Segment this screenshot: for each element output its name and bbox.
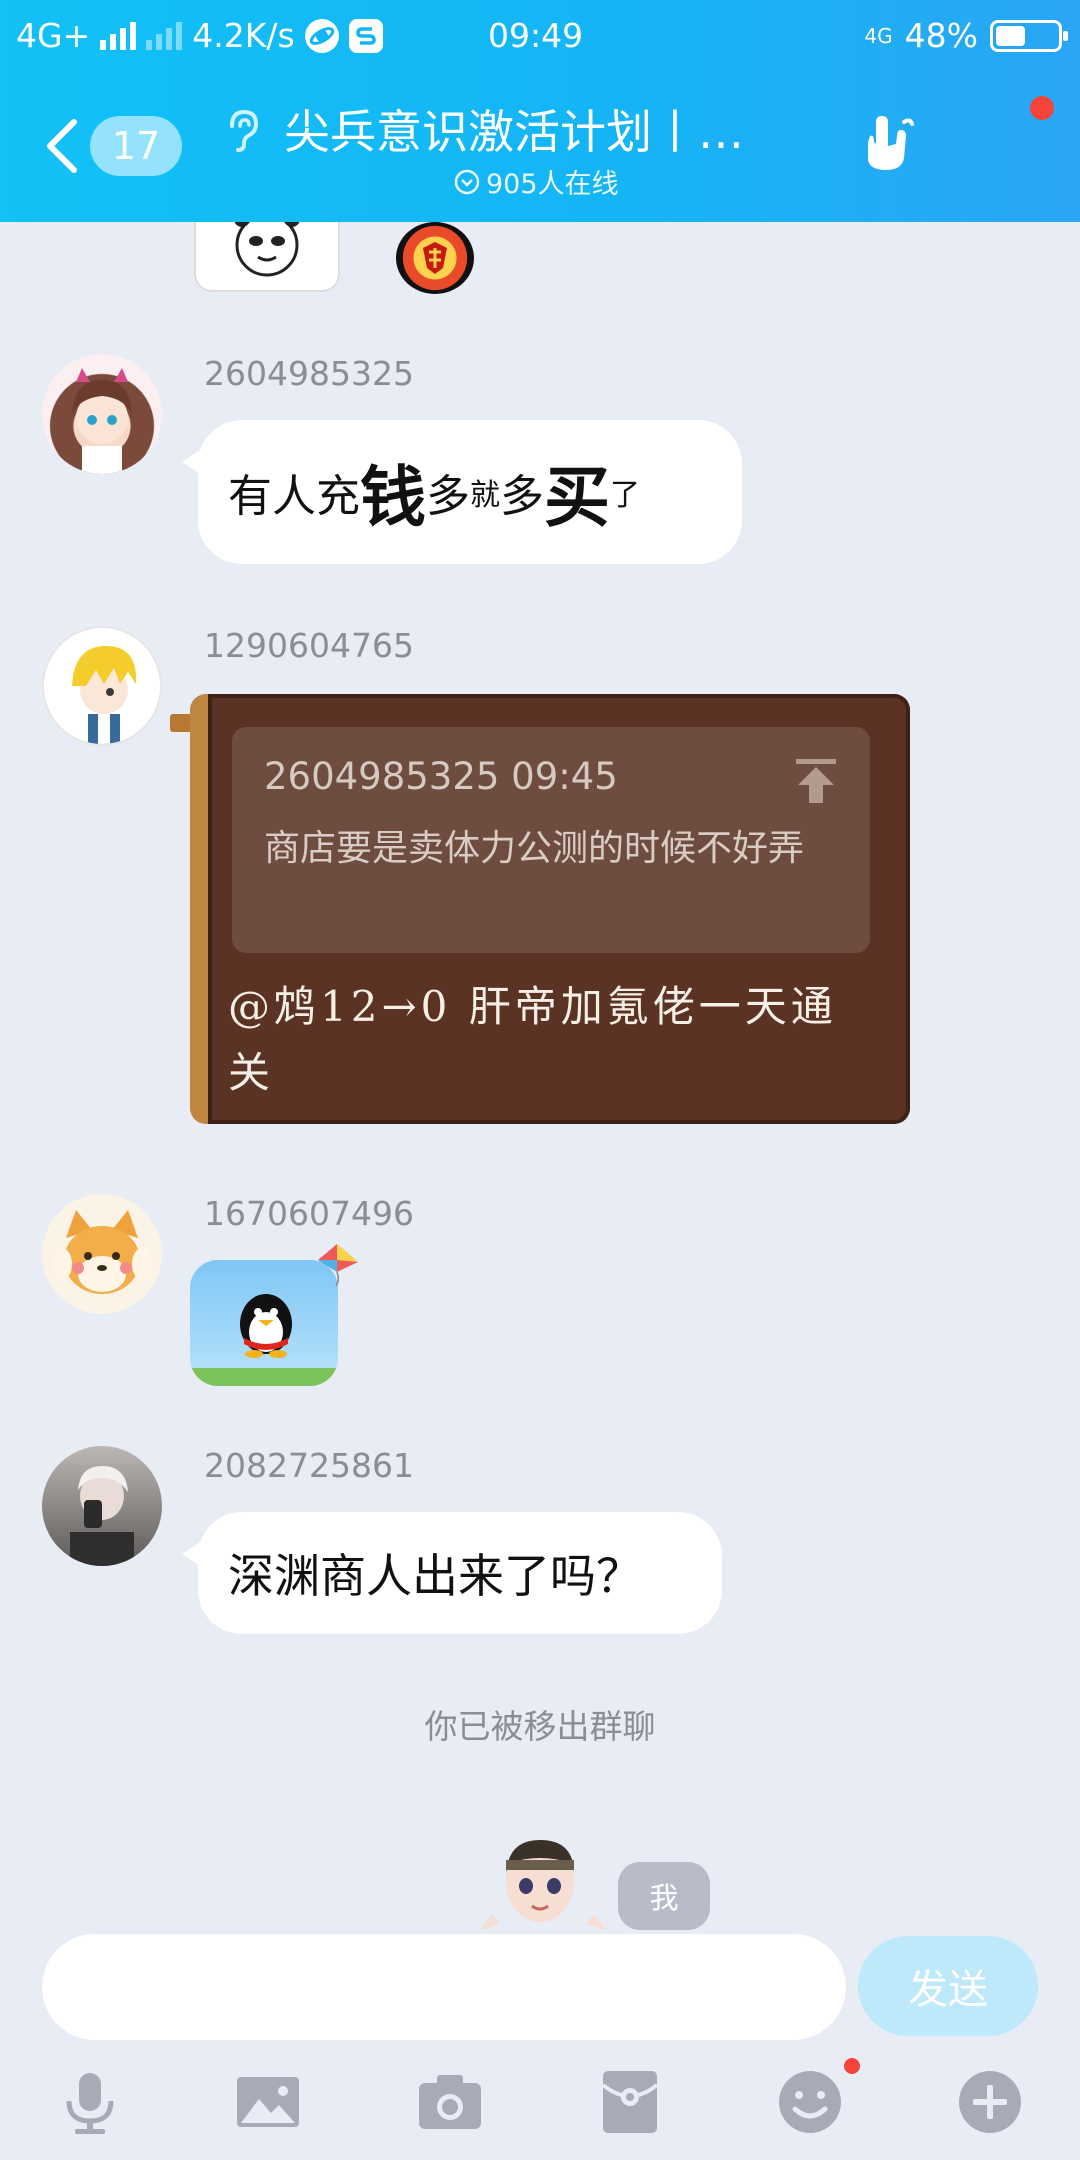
status-bar: 4G+ 4.2K/s 09:49 4G 48% <box>0 0 1080 72</box>
battery-percent: 48% <box>904 16 978 55</box>
group-title[interactable]: 尖兵意识激活计划丨… <box>284 96 794 162</box>
red-packet-icon <box>601 2071 659 2133</box>
message-text-segment: 多 <box>500 471 544 522</box>
reply-text: @鸩12→0 肝帝加氪佬一天通关 <box>228 982 837 1097</box>
sender-name[interactable]: 2082725861 <box>204 1446 414 1485</box>
emoji-button[interactable] <box>770 2062 850 2142</box>
title-bar: 4G+ 4.2K/s 09:49 4G 48% 17 尖兵意识激活计划丨… 90… <box>0 0 1080 222</box>
message-text: 深渊商人出来了吗？ <box>228 1549 642 1603</box>
dui-sticker[interactable] <box>396 222 474 294</box>
system-notice: 你已被移出群聊 <box>424 1707 656 1746</box>
message-text-segment: 有人充 <box>228 471 360 522</box>
input-toolbar <box>0 2062 1080 2142</box>
message-bubble[interactable]: 深渊商人出来了吗？ <box>182 1512 722 1634</box>
hand-gesture-icon[interactable] <box>858 112 920 174</box>
unread-count-badge[interactable]: 17 <box>90 116 182 176</box>
message-list[interactable]: 2604985325 有人充钱多就多买了 1290604765 26049853… <box>0 222 1080 1932</box>
message-bubble[interactable]: 有人充钱多就多买了 <box>182 420 742 564</box>
panda-sticker[interactable] <box>194 222 340 292</box>
image-icon <box>237 2077 299 2127</box>
network-type-2: 4G <box>864 23 893 48</box>
network-type: 4G+ <box>16 16 91 55</box>
message-text-segment: 就 <box>470 478 500 513</box>
message-text-segment: 了 <box>610 478 640 513</box>
microphone-icon <box>66 2073 114 2134</box>
voice-button[interactable] <box>50 2062 130 2142</box>
quote-meta: 2604985325 09:45 <box>264 755 618 798</box>
sender-name[interactable]: 2604985325 <box>204 354 414 393</box>
avatar-shiba-dog[interactable] <box>42 1194 162 1314</box>
message-text-segment: 买 <box>544 459 610 536</box>
my-3d-avatar[interactable] <box>478 1834 608 1932</box>
back-arrow-icon[interactable] <box>44 118 78 174</box>
camera-icon <box>419 2075 481 2129</box>
signal-icon <box>100 21 137 50</box>
quoted-message[interactable]: 2604985325 09:45 商店要是卖体力公测的时候不好弄 <box>232 727 870 953</box>
send-button[interactable]: 发送 <box>858 1936 1038 2036</box>
jump-to-quote-icon[interactable] <box>796 759 836 803</box>
image-button[interactable] <box>228 2062 308 2142</box>
emoji-icon <box>779 2071 841 2133</box>
ear-icon <box>230 109 259 152</box>
app-notification-icon <box>348 18 383 53</box>
message-input[interactable] <box>42 1934 846 2040</box>
red-packet-button[interactable] <box>590 2062 670 2142</box>
message-text-segment: 多 <box>426 471 470 522</box>
kite-icon <box>318 1244 358 1287</box>
notification-dot <box>1030 96 1054 120</box>
more-button[interactable] <box>950 2062 1030 2142</box>
sender-name[interactable]: 1670607496 <box>204 1194 414 1233</box>
me-label: 我 <box>618 1862 710 1930</box>
battery-icon <box>990 19 1068 52</box>
planet-app-icon <box>304 18 339 53</box>
avatar-blond-boy[interactable] <box>42 626 162 746</box>
signal-2-icon <box>146 21 183 50</box>
message-text-segment: 钱 <box>360 459 426 536</box>
plus-icon <box>959 2071 1021 2133</box>
online-count-label: 905人在线 <box>486 169 619 200</box>
camera-button[interactable] <box>410 2062 490 2142</box>
sender-name[interactable]: 1290604765 <box>204 626 414 665</box>
avatar-user-photo[interactable] <box>42 1446 162 1566</box>
chevron-down-circle-icon <box>454 169 480 194</box>
emoji-new-dot <box>844 2058 860 2074</box>
avatar-anime-girl[interactable] <box>42 354 162 474</box>
online-count[interactable]: 905人在线 <box>454 162 619 201</box>
clock: 09:49 <box>488 16 584 55</box>
network-speed: 4.2K/s <box>192 16 295 55</box>
quote-text: 商店要是卖体力公测的时候不好弄 <box>264 828 805 869</box>
